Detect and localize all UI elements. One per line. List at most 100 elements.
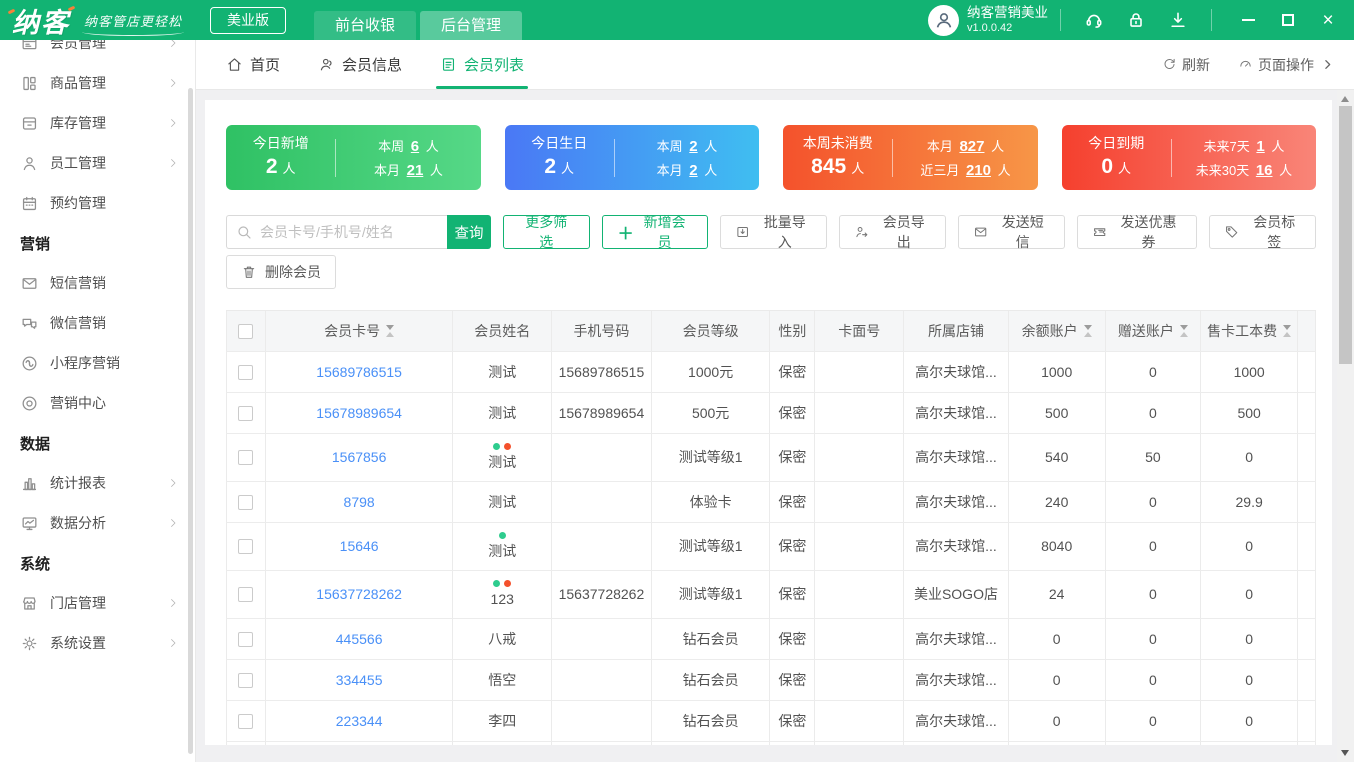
member-card-link[interactable]: 15689786515	[316, 363, 402, 381]
tab-label: 首页	[250, 57, 281, 74]
delete-member-button[interactable]: 删除会员	[226, 255, 336, 289]
sort-asc-icon[interactable]	[1283, 332, 1292, 337]
sidebar-item-门店管理[interactable]: 门店管理	[0, 583, 195, 623]
button-会员导出[interactable]: 会员导出	[838, 214, 946, 250]
sort-asc-icon[interactable]	[386, 332, 395, 337]
button-发送短信[interactable]: 发送短信	[957, 214, 1065, 250]
member-card-link[interactable]: 1567856	[332, 448, 387, 466]
sort-desc-icon[interactable]	[1283, 325, 1292, 330]
search-button[interactable]: 查询	[447, 215, 491, 249]
edition-badge[interactable]: 美业版	[210, 6, 287, 34]
cell-select[interactable]	[226, 742, 266, 745]
cell-phone: 15637728262	[552, 571, 652, 618]
top-tab-cashier[interactable]: 前台收银	[314, 11, 417, 40]
cell-balance: 540	[1009, 434, 1106, 481]
cell-select[interactable]	[226, 434, 266, 481]
cell-select[interactable]	[226, 482, 266, 522]
cell-select[interactable]	[226, 523, 266, 570]
lock-icon[interactable]	[1126, 10, 1146, 30]
sidebar-item-商品管理[interactable]: 商品管理	[0, 63, 195, 103]
sidebar-item-微信营销[interactable]: 微信营销	[0, 303, 195, 343]
row-checkbox[interactable]	[238, 539, 254, 554]
sidebar-scrollbar[interactable]	[188, 88, 193, 754]
download-icon[interactable]	[1168, 10, 1188, 30]
sidebar-item-员工管理[interactable]: 员工管理	[0, 143, 195, 183]
sidebar-item-统计报表[interactable]: 统计报表	[0, 463, 195, 503]
member-card-link[interactable]: 334455	[336, 671, 383, 689]
page-actions-button[interactable]: 页面操作	[1238, 55, 1334, 75]
row-checkbox[interactable]	[238, 405, 254, 421]
add-member-button[interactable]: ＋ 新增会员	[601, 214, 708, 250]
sidebar-item-库存管理[interactable]: 库存管理	[0, 103, 195, 143]
maximize-button[interactable]	[1268, 0, 1308, 40]
sort-desc-icon[interactable]	[1179, 325, 1188, 330]
member-card-link[interactable]: 15646	[340, 537, 379, 555]
row-checkbox[interactable]	[238, 364, 254, 380]
scroll-up-arrow[interactable]	[1341, 96, 1349, 102]
refresh-button[interactable]: 刷新	[1162, 55, 1210, 75]
row-checkbox[interactable]	[238, 713, 254, 729]
button-批量导入[interactable]: 批量导入	[719, 214, 827, 250]
header-cell-卡面号: 卡面号	[815, 311, 905, 351]
scroll-down-arrow[interactable]	[1341, 750, 1349, 756]
sidebar-item-营销中心[interactable]: 营销中心	[0, 383, 195, 423]
tab-会员列表[interactable]: 会员列表	[436, 40, 529, 89]
sort-asc-icon[interactable]	[1083, 332, 1092, 337]
row-checkbox[interactable]	[238, 587, 254, 602]
select-all-checkbox[interactable]	[238, 323, 254, 339]
minimize-button[interactable]	[1228, 0, 1268, 40]
header-cell-售卡工本费[interactable]: 售卡工本费	[1201, 311, 1299, 351]
support-headset-icon[interactable]	[1084, 10, 1104, 30]
search-input[interactable]	[226, 215, 447, 249]
button-发送优惠券[interactable]: 发送优惠券	[1076, 214, 1198, 250]
cell-select[interactable]	[226, 352, 266, 392]
member-card-link[interactable]: 223344	[336, 712, 383, 730]
row-checkbox[interactable]	[238, 450, 254, 465]
sidebar-item-短信营销[interactable]: 短信营销	[0, 263, 195, 303]
sort-control[interactable]	[386, 325, 395, 337]
member-card-link[interactable]: 445566	[336, 630, 383, 648]
cell-member-name: 测试	[453, 523, 553, 570]
column-label: 卡面号	[838, 322, 881, 339]
scroll-thumb[interactable]	[1339, 106, 1352, 364]
sort-control[interactable]	[1283, 325, 1292, 337]
sidebar-item-系统设置[interactable]: 系统设置	[0, 623, 195, 663]
sidebar-item-label: 小程序营销	[50, 355, 120, 371]
tab-会员信息[interactable]: 会员信息	[318, 40, 402, 89]
cell-select[interactable]	[226, 660, 266, 700]
more-filters-button[interactable]: 更多筛选	[503, 214, 590, 250]
top-tab-admin[interactable]: 后台管理	[420, 11, 523, 40]
cell-select[interactable]	[226, 571, 266, 618]
sort-control[interactable]	[1083, 325, 1092, 337]
sidebar-item-小程序营销[interactable]: 小程序营销	[0, 343, 195, 383]
goods-icon	[20, 74, 39, 93]
chevron-right-icon	[167, 477, 179, 489]
sort-control[interactable]	[1179, 325, 1188, 337]
header-cell-赠送账户[interactable]: 赠送账户	[1106, 311, 1202, 351]
cell-select[interactable]	[226, 619, 266, 659]
button-会员标签[interactable]: 会员标签	[1209, 214, 1317, 250]
row-checkbox[interactable]	[238, 494, 254, 510]
header-cell-会员卡号[interactable]: 会员卡号	[266, 311, 454, 351]
row-checkbox[interactable]	[238, 672, 254, 688]
cell-phone	[552, 660, 652, 700]
member-card-link[interactable]: 15678989654	[316, 404, 402, 422]
sidebar-item-数据分析[interactable]: 数据分析	[0, 503, 195, 543]
plus-icon: ＋	[617, 226, 634, 243]
sort-asc-icon[interactable]	[1179, 332, 1188, 337]
close-button[interactable]: ×	[1308, 0, 1348, 40]
row-checkbox[interactable]	[238, 631, 254, 647]
cell-select[interactable]	[226, 701, 266, 741]
cell-select[interactable]	[226, 393, 266, 433]
member-card-link[interactable]: 15637728262	[316, 585, 402, 603]
header-cell-checkbox[interactable]	[226, 311, 266, 351]
member-card-link[interactable]: 8798	[344, 493, 375, 511]
main-scrollbar[interactable]	[1337, 90, 1354, 762]
sidebar-item-预约管理[interactable]: 预约管理	[0, 183, 195, 223]
sort-desc-icon[interactable]	[1083, 325, 1092, 330]
sort-desc-icon[interactable]	[386, 325, 395, 330]
avatar[interactable]	[928, 4, 959, 36]
sidebar-item-会员管理[interactable]: 会员管理	[0, 40, 195, 63]
header-cell-余额账户[interactable]: 余额账户	[1009, 311, 1106, 351]
tab-首页[interactable]: 首页	[226, 40, 280, 89]
